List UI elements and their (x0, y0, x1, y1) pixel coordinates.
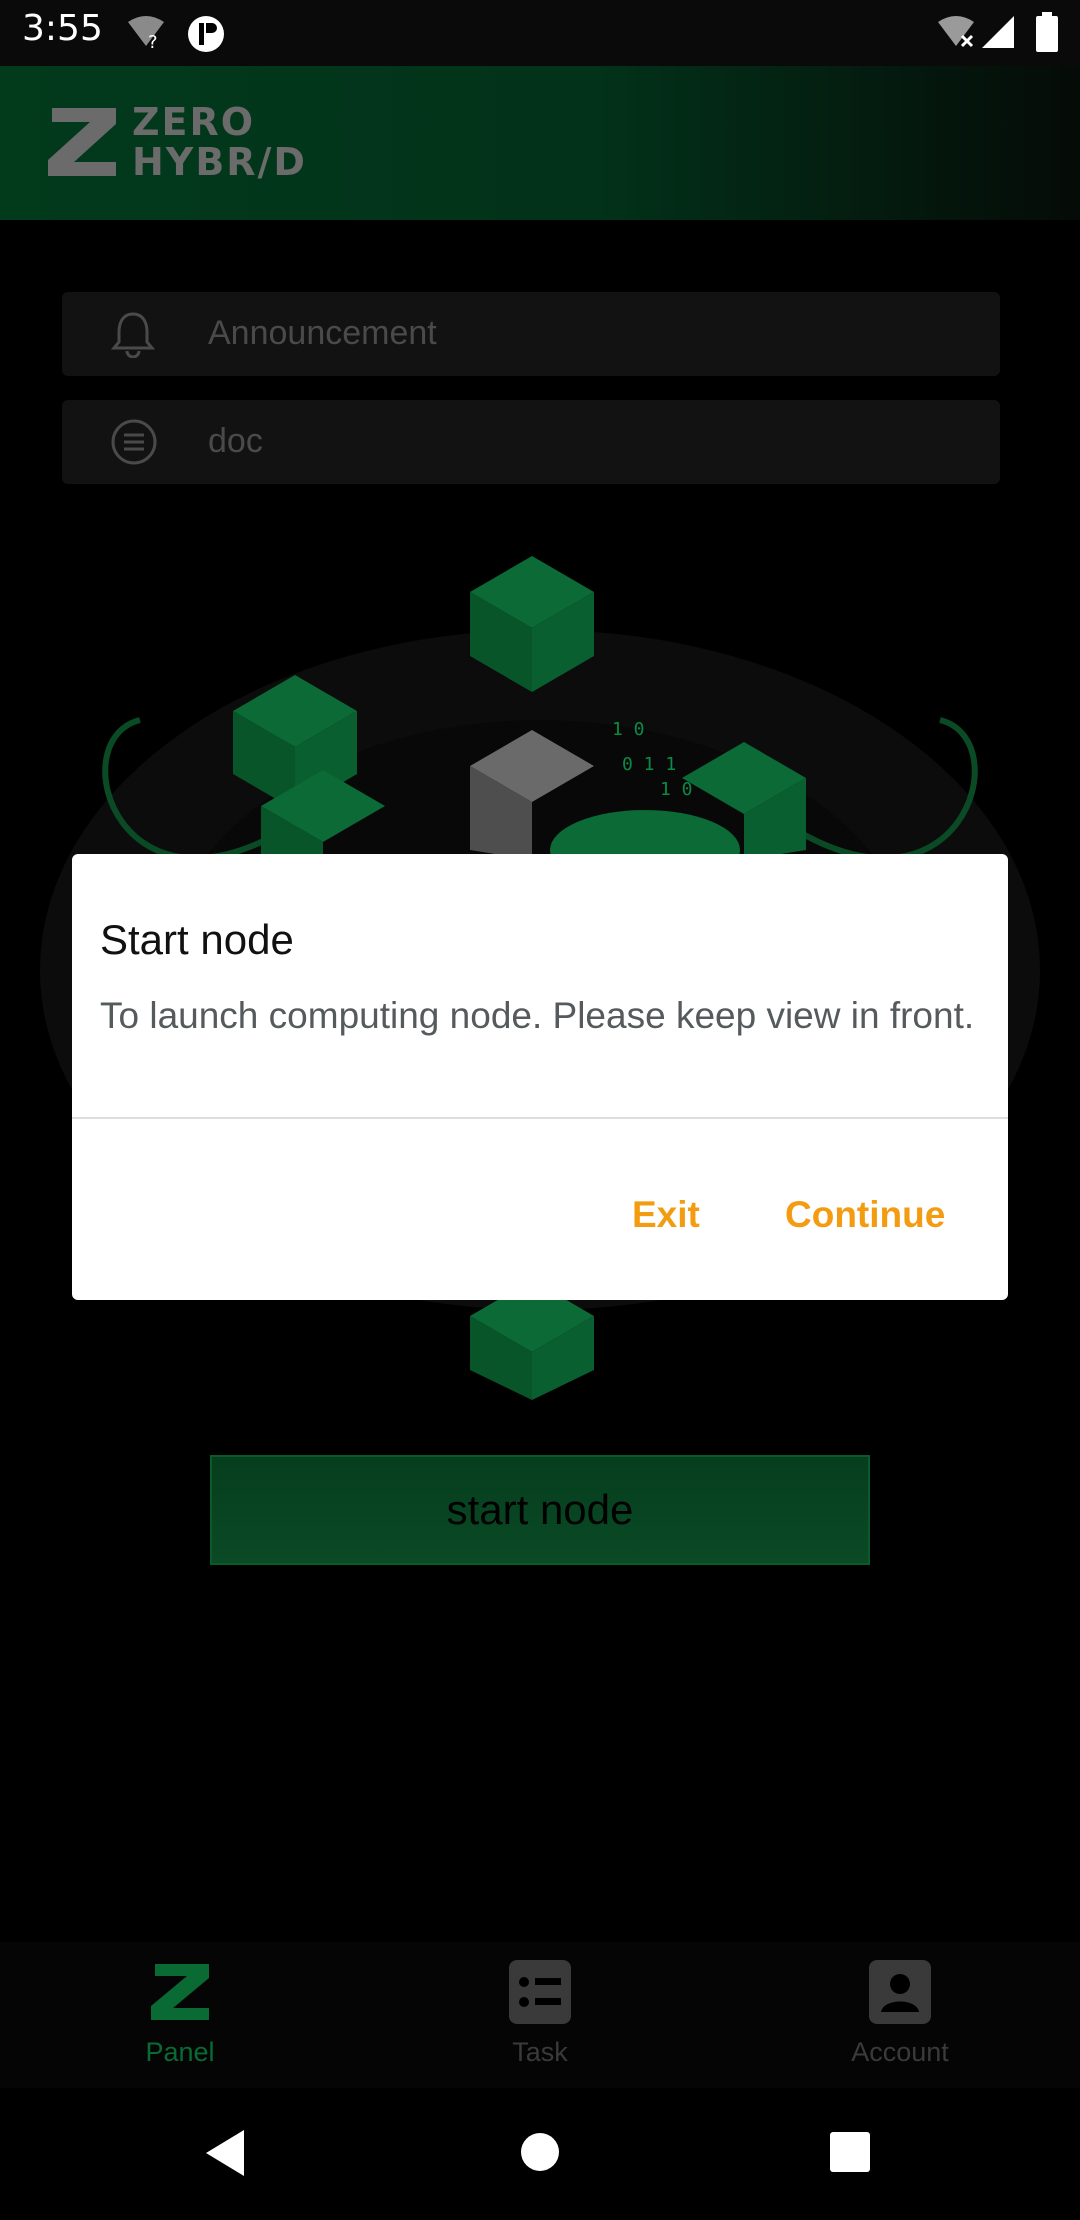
wifi-question-icon: ? (128, 16, 164, 50)
continue-button[interactable]: Continue (785, 1194, 945, 1236)
document-icon (111, 419, 157, 465)
panel-logo-icon (151, 1964, 209, 2020)
start-node-dialog: Start node To launch computing node. Ple… (72, 854, 1008, 1300)
announcement-label: Announcement (208, 314, 437, 352)
svg-text:1 0: 1 0 (660, 779, 693, 800)
dialog-message: To launch computing node. Please keep vi… (100, 995, 975, 1036)
doc-label: doc (208, 422, 263, 460)
svg-text:?: ? (148, 32, 158, 50)
announcement-row[interactable]: Announcement (62, 292, 1000, 376)
status-bar: 3:55 ? (0, 0, 1080, 66)
battery-icon (1036, 12, 1058, 52)
account-icon (869, 1960, 931, 2024)
nav-item-task[interactable]: Task (440, 1960, 640, 2068)
app-notification-icon (188, 16, 224, 52)
svg-text:0 1 1: 0 1 1 (622, 754, 676, 775)
svg-text:1 0: 1 0 (612, 719, 645, 740)
home-icon[interactable] (520, 2132, 560, 2172)
app-header: ZERO HYBR/D (0, 66, 1080, 220)
start-node-button[interactable]: start node (210, 1455, 870, 1565)
bell-icon (110, 312, 156, 358)
back-icon[interactable] (204, 2128, 248, 2178)
dialog-divider (72, 1117, 1008, 1119)
doc-row[interactable]: doc (62, 400, 1000, 484)
dialog-title: Start node (100, 916, 294, 963)
task-list-icon (509, 1960, 571, 2024)
zero-hybrid-logo-icon (48, 108, 116, 176)
brand-logo-text: ZERO HYBR/D (132, 102, 307, 182)
signal-icon (982, 16, 1014, 48)
wifi-icon (938, 16, 974, 48)
logo-line-1: ZERO (132, 100, 256, 144)
nav-item-panel[interactable]: Panel (80, 1960, 280, 2068)
nav-label-panel: Panel (145, 2037, 215, 2067)
nav-label-task: Task (512, 2037, 568, 2067)
nav-item-account[interactable]: Account (800, 1960, 1000, 2068)
status-time: 3:55 (22, 8, 103, 49)
bottom-navigation: Panel Task Account (0, 1942, 1080, 2088)
exit-button[interactable]: Exit (632, 1194, 700, 1236)
nav-label-account: Account (851, 2037, 949, 2067)
system-navigation-bar (0, 2088, 1080, 2220)
logo-line-2: HYBR/D (132, 140, 307, 184)
recents-icon[interactable] (830, 2132, 870, 2172)
